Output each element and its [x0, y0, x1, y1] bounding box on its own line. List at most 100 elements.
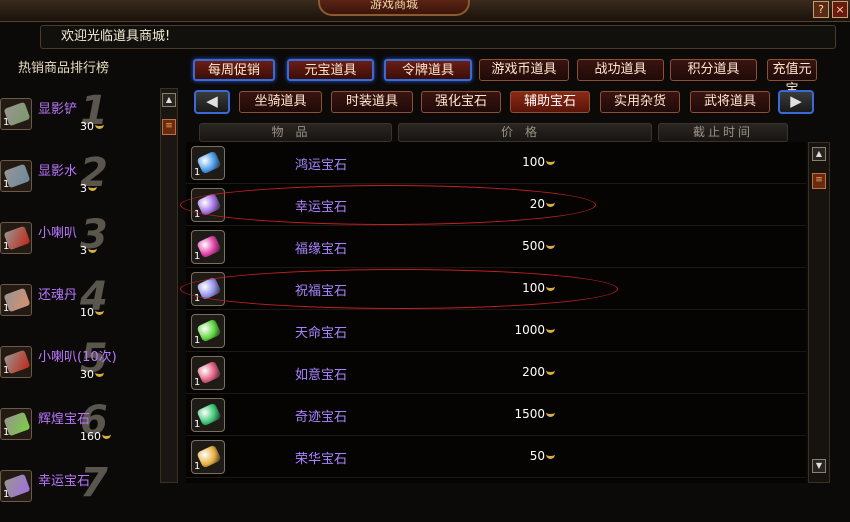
coin-icon — [88, 186, 97, 191]
coin-icon — [546, 244, 555, 249]
list-scroll-up-button[interactable]: ▲ — [812, 147, 826, 161]
category-tab[interactable]: 每周促销 — [193, 59, 275, 81]
price-value: 200 — [522, 365, 545, 379]
bestseller-item[interactable]: 7 1 幸运宝石 — [0, 460, 156, 522]
list-scroll-down-button[interactable]: ▼ — [812, 459, 826, 473]
bestseller-item-price: 30 — [80, 368, 104, 381]
price-value: 50 — [529, 449, 545, 463]
bestseller-item[interactable]: 4 1 还魂丹 10 — [0, 274, 156, 336]
red-annotation-circle — [180, 269, 618, 309]
shop-item-price: 500 — [186, 239, 555, 253]
item-icon[interactable]: 1 — [0, 470, 32, 502]
item-icon[interactable]: 1 — [0, 346, 32, 378]
price-value: 30 — [80, 368, 94, 381]
item-quantity: 1 — [3, 489, 10, 500]
bestseller-item[interactable]: 3 1 小喇叭 3 — [0, 212, 156, 274]
price-value: 3 — [80, 244, 87, 257]
price-value: 500 — [522, 239, 545, 253]
red-annotation-circle — [180, 185, 596, 225]
item-icon[interactable]: 1 — [0, 408, 32, 440]
category-tab[interactable]: 战功道具 — [577, 59, 664, 81]
subcategory-tab[interactable]: 坐骑道具 — [239, 91, 322, 113]
category-tab[interactable]: 元宝道具 — [287, 59, 374, 81]
subcategory-tab[interactable]: 实用杂货 — [600, 91, 680, 113]
next-category-arrow[interactable]: ▶ — [778, 90, 814, 114]
subcategory-tab[interactable]: 强化宝石 — [421, 91, 501, 113]
price-value: 30 — [80, 120, 94, 133]
subcategory-tab[interactable]: 时装道具 — [331, 91, 413, 113]
list-scroll-thumb[interactable]: ≡ — [812, 173, 826, 189]
bestseller-item-price: 10 — [80, 306, 104, 319]
item-list-scrollbar[interactable]: ▲ ≡ ▼ — [808, 142, 830, 483]
column-header-item: 物品 — [199, 123, 392, 142]
bestseller-item[interactable]: 2 1 显影水 3 — [0, 150, 156, 212]
item-icon[interactable]: 1 — [0, 222, 32, 254]
item-quantity: 1 — [3, 427, 10, 438]
coin-icon — [546, 328, 555, 333]
bestseller-item-name[interactable]: 小喇叭 — [38, 222, 77, 241]
sidebar-scroll-thumb[interactable]: ≡ — [162, 119, 176, 135]
help-button[interactable]: ? — [813, 1, 829, 18]
category-tab[interactable]: 游戏币道具 — [479, 59, 569, 81]
price-value: 1500 — [514, 407, 545, 421]
coin-icon — [102, 434, 111, 439]
subcategory-tab[interactable]: 武将道具 — [690, 91, 770, 113]
shop-item-row[interactable]: 1 奇迹宝石 1500 — [186, 394, 806, 436]
welcome-message: 欢迎光临道具商城! — [40, 25, 836, 49]
prev-category-arrow[interactable]: ◀ — [194, 90, 230, 114]
column-header-deadline: 截止时间 — [658, 123, 788, 142]
price-value: 3 — [80, 182, 87, 195]
shop-item-price: 1000 — [186, 323, 555, 337]
coin-icon — [546, 370, 555, 375]
close-button[interactable]: × — [832, 1, 848, 18]
sidebar-scrollbar[interactable]: ▲ ≡ — [160, 88, 178, 483]
shop-item-price: 1500 — [186, 407, 555, 421]
coin-icon — [95, 372, 104, 377]
shop-item-row[interactable]: 1 福缘宝石 500 — [186, 226, 806, 268]
item-quantity: 1 — [3, 117, 10, 128]
coin-icon — [546, 160, 555, 165]
shop-item-price: 200 — [186, 365, 555, 379]
bestseller-item-name[interactable]: 还魂丹 — [38, 284, 77, 303]
item-icon[interactable]: 1 — [0, 160, 32, 192]
price-value: 160 — [80, 430, 101, 443]
item-icon[interactable]: 1 — [0, 98, 32, 130]
subcategory-tab[interactable]: 辅助宝石 — [510, 91, 590, 113]
bestseller-list: 1 1 显影铲 30 2 1 显影水 3 3 1 小喇叭 3 4 1 还魂丹 10 5 1 小喇叭(10次) 30 6 1… — [0, 88, 156, 506]
bestseller-item-price: 3 — [80, 244, 97, 257]
item-quantity: 1 — [3, 365, 10, 376]
item-icon[interactable]: 1 — [0, 284, 32, 316]
category-tab[interactable]: 令牌道具 — [384, 59, 472, 81]
coin-icon — [95, 124, 104, 129]
item-quantity: 1 — [3, 303, 10, 314]
bestseller-item-price: 30 — [80, 120, 104, 133]
shop-item-price: 50 — [186, 449, 555, 463]
bestseller-item-name[interactable]: 显影水 — [38, 160, 77, 179]
bestseller-item[interactable]: 6 1 辉煌宝石 160 — [0, 398, 156, 460]
price-value: 100 — [522, 155, 545, 169]
item-quantity: 1 — [3, 241, 10, 252]
shop-item-row[interactable]: 1 鸿运宝石 100 — [186, 142, 806, 184]
bestseller-item-name[interactable]: 辉煌宝石 — [38, 408, 90, 427]
window-title: 游戏商城 — [318, 0, 470, 16]
bestseller-item-price: 160 — [80, 430, 111, 443]
bestseller-item-price: 3 — [80, 182, 97, 195]
price-value: 1000 — [514, 323, 545, 337]
category-tab[interactable]: 充值元宝 — [767, 59, 817, 97]
column-header-price: 价格 — [398, 123, 652, 142]
shop-item-price: 100 — [186, 155, 555, 169]
sidebar-scroll-up-button[interactable]: ▲ — [162, 93, 176, 107]
item-quantity: 1 — [3, 179, 10, 190]
shop-item-row[interactable]: 1 天命宝石 1000 — [186, 310, 806, 352]
price-value: 10 — [80, 306, 94, 319]
shop-item-row[interactable]: 1 如意宝石 200 — [186, 352, 806, 394]
shop-item-row[interactable]: 1 荣华宝石 50 — [186, 436, 806, 478]
coin-icon — [88, 248, 97, 253]
coin-icon — [546, 412, 555, 417]
bestseller-item[interactable]: 1 1 显影铲 30 — [0, 88, 156, 150]
bestseller-item-name[interactable]: 显影铲 — [38, 98, 77, 117]
category-tab[interactable]: 积分道具 — [670, 59, 757, 81]
bestseller-item-name[interactable]: 小喇叭(10次) — [38, 346, 117, 365]
bestseller-item-name[interactable]: 幸运宝石 — [38, 470, 90, 489]
bestseller-item[interactable]: 5 1 小喇叭(10次) 30 — [0, 336, 156, 398]
